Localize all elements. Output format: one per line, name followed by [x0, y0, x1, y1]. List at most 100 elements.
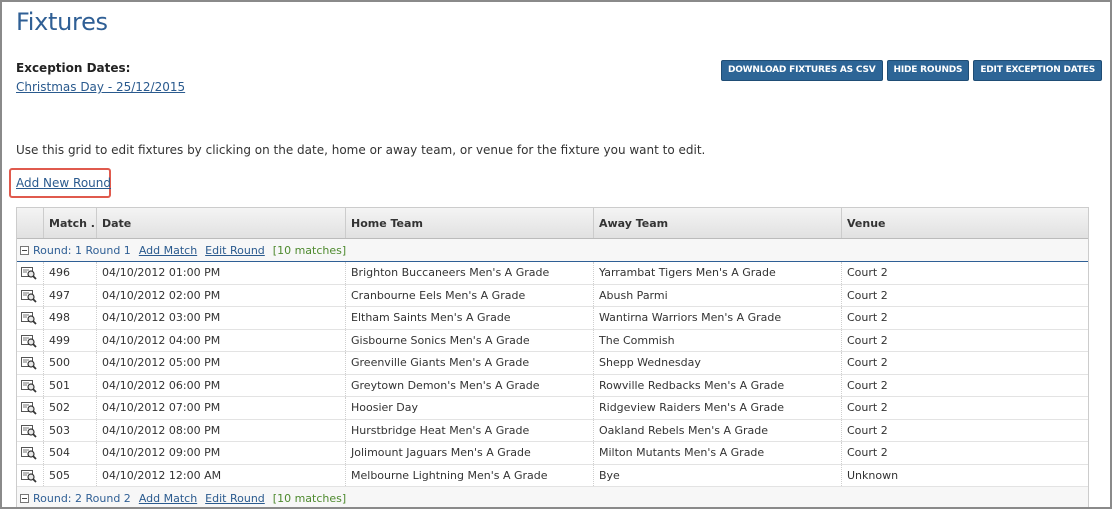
away-team-cell[interactable]: Yarrambat Tigers Men's A Grade: [594, 262, 842, 284]
table-row: 499 04/10/2012 04:00 PM Gisbourne Sonics M…: [17, 329, 1088, 352]
column-header-venue[interactable]: Venue: [842, 208, 1088, 238]
match-id-cell: 501: [44, 374, 97, 396]
view-cell: [17, 442, 44, 464]
date-cell[interactable]: 04/10/2012 08:00 PM: [97, 419, 346, 441]
venue-cell[interactable]: Court 2: [842, 262, 1088, 284]
view-details-icon[interactable]: [21, 424, 37, 438]
collapse-icon[interactable]: [20, 245, 29, 255]
view-details-icon[interactable]: [21, 379, 37, 393]
home-team-cell[interactable]: Melbourne Lightning Men's A Grade: [346, 464, 594, 486]
home-team-cell[interactable]: Hoosier Day: [346, 397, 594, 419]
edit-exception-dates-button[interactable]: EDIT EXCEPTION DATES: [973, 60, 1102, 81]
match-id-cell: 499: [44, 329, 97, 351]
view-cell: [17, 397, 44, 419]
home-team-cell[interactable]: Greytown Demon's Men's A Grade: [346, 374, 594, 396]
home-team-cell[interactable]: Eltham Saints Men's A Grade: [346, 307, 594, 329]
edit-round-link[interactable]: Edit Round: [205, 492, 265, 505]
home-team-cell[interactable]: Jolimount Jaguars Men's A Grade: [346, 442, 594, 464]
away-team-cell[interactable]: Rowville Redbacks Men's A Grade: [594, 374, 842, 396]
hide-rounds-button[interactable]: HIDE ROUNDS: [886, 60, 970, 81]
table-row: 504 04/10/2012 09:00 PM Jolimount Jaguars …: [17, 442, 1088, 465]
exception-date-link[interactable]: Christmas Day - 25/12/2015: [16, 80, 185, 94]
home-team-cell[interactable]: Hurstbridge Heat Men's A Grade: [346, 419, 594, 441]
away-team-cell[interactable]: Abush Parmi: [594, 284, 842, 306]
away-team-cell[interactable]: Bye: [594, 464, 842, 486]
view-details-icon[interactable]: [21, 266, 37, 280]
venue-cell[interactable]: Court 2: [842, 420, 1088, 442]
match-id-cell: 496: [44, 262, 97, 284]
view-cell: [17, 307, 44, 329]
table-row: 498 04/10/2012 03:00 PM Eltham Saints Men'…: [17, 307, 1088, 330]
date-cell[interactable]: 04/10/2012 05:00 PM: [97, 352, 346, 374]
venue-cell[interactable]: Unknown: [842, 465, 1088, 487]
grid-body: Round: 1 Round 1 Add Match Edit Round [10 m…: [17, 239, 1088, 507]
table-row: 501 04/10/2012 06:00 PM Greytown Demon's M…: [17, 374, 1088, 397]
match-id-cell: 505: [44, 464, 97, 486]
view-details-icon[interactable]: [21, 289, 37, 303]
round-label: Round: 1 Round 1: [33, 243, 131, 257]
table-row: 502 04/10/2012 07:00 PM Hoosier Day Ridgevi…: [17, 397, 1088, 420]
download-csv-button[interactable]: DOWNLOAD FIXTURES AS CSV: [720, 60, 883, 81]
away-team-cell[interactable]: Wantirna Warriors Men's A Grade: [594, 307, 842, 329]
home-team-cell[interactable]: Gisbourne Sonics Men's A Grade: [346, 329, 594, 351]
away-team-cell[interactable]: Shepp Wednesday: [594, 352, 842, 374]
match-id-cell: 497: [44, 284, 97, 306]
home-team-cell[interactable]: Brighton Buccaneers Men's A Grade: [346, 262, 594, 284]
venue-cell[interactable]: Court 2: [842, 397, 1088, 419]
view-details-icon[interactable]: [21, 401, 37, 415]
view-details-icon[interactable]: [21, 469, 37, 483]
view-cell: [17, 352, 44, 374]
round-group-header: Round: 2 Round 2 Add Match Edit Round [10 m…: [17, 487, 1088, 507]
match-id-cell: 498: [44, 307, 97, 329]
away-team-cell[interactable]: Oakland Rebels Men's A Grade: [594, 419, 842, 441]
column-header-date[interactable]: Date: [97, 208, 346, 238]
column-header-icon: [17, 208, 44, 238]
date-cell[interactable]: 04/10/2012 04:00 PM: [97, 329, 346, 351]
date-cell[interactable]: 04/10/2012 01:00 PM: [97, 262, 346, 284]
column-header-away-team[interactable]: Away Team: [594, 208, 842, 238]
view-details-icon[interactable]: [21, 446, 37, 460]
exception-dates-label: Exception Dates:: [16, 61, 131, 75]
match-count: [10 matches]: [272, 243, 347, 257]
toolbar: DOWNLOAD FIXTURES AS CSV HIDE ROUNDS EDI…: [720, 60, 1102, 81]
add-new-round-link[interactable]: Add New Round: [16, 176, 111, 190]
venue-cell[interactable]: Court 2: [842, 307, 1088, 329]
venue-cell[interactable]: Court 2: [842, 352, 1088, 374]
edit-round-link[interactable]: Edit Round: [205, 244, 265, 257]
date-cell[interactable]: 04/10/2012 06:00 PM: [97, 374, 346, 396]
column-header-home-team[interactable]: Home Team: [346, 208, 594, 238]
away-team-cell[interactable]: Ridgeview Raiders Men's A Grade: [594, 397, 842, 419]
view-cell: [17, 374, 44, 396]
view-details-icon[interactable]: [21, 311, 37, 325]
table-row: 496 04/10/2012 01:00 PM Brighton Buccaneer…: [17, 262, 1088, 285]
home-team-cell[interactable]: Cranbourne Eels Men's A Grade: [346, 284, 594, 306]
view-cell: [17, 419, 44, 441]
fixtures-page: Fixtures Exception Dates: Christmas Day …: [0, 0, 1112, 509]
date-cell[interactable]: 04/10/2012 07:00 PM: [97, 397, 346, 419]
add-match-link[interactable]: Add Match: [139, 492, 197, 505]
fixtures-grid: Match ... Date Home Team Away Team Venue…: [16, 207, 1089, 507]
venue-cell[interactable]: Court 2: [842, 375, 1088, 397]
date-cell[interactable]: 04/10/2012 12:00 AM: [97, 464, 346, 486]
home-team-cell[interactable]: Greenville Giants Men's A Grade: [346, 352, 594, 374]
add-match-link[interactable]: Add Match: [139, 244, 197, 257]
date-cell[interactable]: 04/10/2012 03:00 PM: [97, 307, 346, 329]
view-cell: [17, 464, 44, 486]
grid-header: Match ... Date Home Team Away Team Venue: [17, 207, 1088, 239]
match-id-cell: 504: [44, 442, 97, 464]
table-row: 500 04/10/2012 05:00 PM Greenville Giants …: [17, 352, 1088, 375]
view-details-icon[interactable]: [21, 356, 37, 370]
column-header-match[interactable]: Match ...: [44, 208, 97, 238]
venue-cell[interactable]: Court 2: [842, 330, 1088, 352]
round-label: Round: 2 Round 2: [33, 491, 131, 505]
match-id-cell: 503: [44, 419, 97, 441]
date-cell[interactable]: 04/10/2012 02:00 PM: [97, 284, 346, 306]
view-details-icon[interactable]: [21, 334, 37, 348]
match-id-cell: 500: [44, 352, 97, 374]
venue-cell[interactable]: Court 2: [842, 285, 1088, 307]
away-team-cell[interactable]: Milton Mutants Men's A Grade: [594, 442, 842, 464]
date-cell[interactable]: 04/10/2012 09:00 PM: [97, 442, 346, 464]
venue-cell[interactable]: Court 2: [842, 442, 1088, 464]
collapse-icon[interactable]: [20, 493, 29, 503]
away-team-cell[interactable]: The Commish: [594, 329, 842, 351]
